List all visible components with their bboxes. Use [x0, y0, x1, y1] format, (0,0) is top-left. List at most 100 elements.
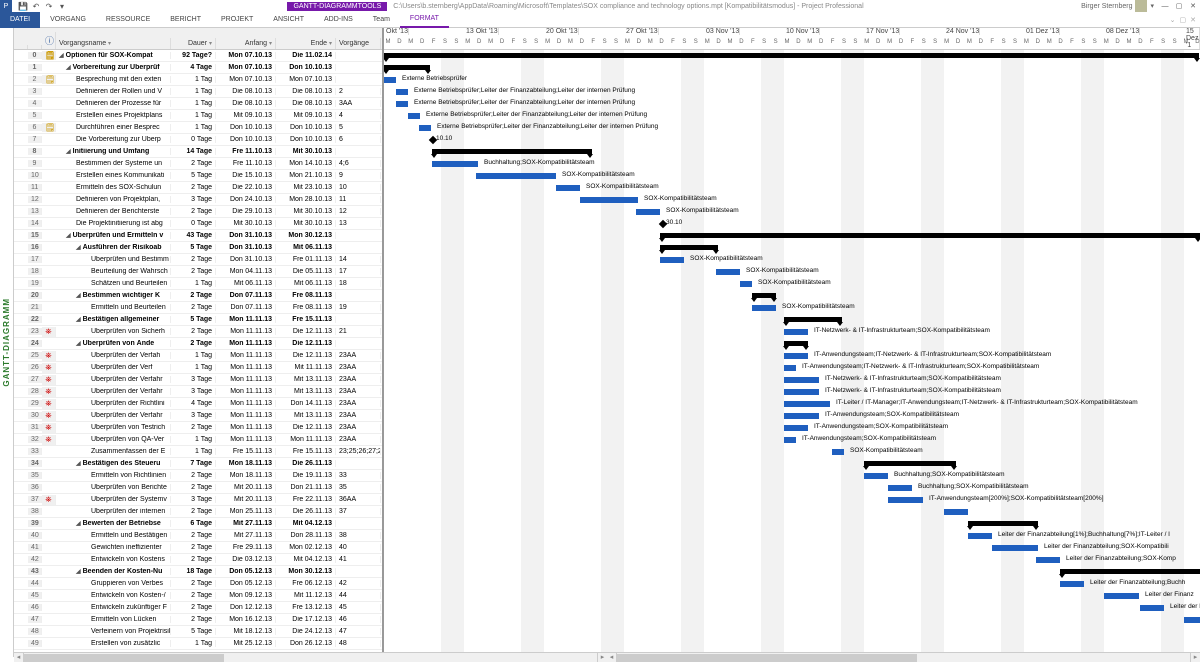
gantt-row[interactable]: Leiter der Finanzabteilung[1%];Buchhaltu… — [384, 530, 1200, 542]
collapse-icon[interactable]: ◢ — [76, 461, 81, 467]
table-row[interactable]: 4Definieren der Prozesse für1 TagDie 08.… — [14, 98, 382, 110]
gantt-row[interactable]: IT-Netzwerk- & IT-Infrastrukturteam;SOX-… — [384, 326, 1200, 338]
gantt-row[interactable]: Buchhaltung;SOX-Kompatibilitätsteam — [384, 482, 1200, 494]
task-bar[interactable] — [784, 413, 819, 419]
table-row[interactable]: 32⛯Überprüfen von QA-Ver1 TagMon 11.11.1… — [14, 434, 382, 446]
collapse-icon[interactable]: ◢ — [66, 149, 71, 155]
gantt-row[interactable]: SOX-Kompatibilitätsteam — [384, 206, 1200, 218]
table-row[interactable]: 9Bestimmen der Systeme un2 TageFre 11.10… — [14, 158, 382, 170]
table-row[interactable]: 49Erstellen von zusätzlic1 TagMit 25.12.… — [14, 638, 382, 650]
scroll-thumb[interactable] — [24, 654, 224, 662]
table-row[interactable]: 5Erstellen eines Projektplans1 TagMit 09… — [14, 110, 382, 122]
task-bar[interactable] — [784, 437, 796, 443]
task-bar[interactable] — [784, 401, 830, 407]
task-bar[interactable] — [784, 365, 796, 371]
task-bar[interactable] — [716, 269, 740, 275]
table-row[interactable]: 38Überprüfen der internen2 TageMon 25.11… — [14, 506, 382, 518]
summary-bar[interactable] — [864, 461, 956, 466]
col-id[interactable] — [28, 45, 42, 49]
user-dropdown-icon[interactable]: ▾ — [1150, 2, 1154, 10]
table-row[interactable]: 47Ermitteln von Lücken2 TageMon 16.12.13… — [14, 614, 382, 626]
gantt-row[interactable]: Externe Betriebsprüfer;Leiter der Finanz… — [384, 98, 1200, 110]
view-tab-vertical[interactable]: GANTT-DIAGRAMM — [0, 28, 14, 657]
summary-bar[interactable] — [752, 293, 776, 298]
save-icon[interactable]: 💾 — [18, 1, 28, 11]
gantt-row[interactable]: SOX-Kompatibilitätsteam — [384, 302, 1200, 314]
task-bar[interactable] — [556, 185, 580, 191]
app-icon[interactable]: P — [0, 0, 12, 12]
tab-ansicht[interactable]: ANSICHT — [263, 12, 314, 28]
table-row[interactable]: 18Beurteilung der Wahrsch2 TageMon 04.11… — [14, 266, 382, 278]
gantt-row[interactable]: Leiter der Finanzabteilung;Buchh — [384, 578, 1200, 590]
gantt-chart[interactable]: Okt '1313 Okt '1320 Okt '1327 Okt '1303 … — [384, 28, 1200, 657]
task-bar[interactable] — [432, 161, 478, 167]
tab-ressource[interactable]: RESSOURCE — [96, 12, 160, 28]
gantt-row[interactable]: SOX-Kompatibilitätsteam — [384, 446, 1200, 458]
gantt-row[interactable] — [384, 614, 1200, 626]
task-bar[interactable] — [832, 449, 844, 455]
tab-team[interactable]: Team — [363, 12, 400, 28]
scroll-left-icon[interactable]: ◂ — [14, 653, 24, 662]
redo-icon[interactable]: ↷ — [44, 1, 54, 11]
table-row[interactable]: 12Definieren von Projektplan,3 TageDon 2… — [14, 194, 382, 206]
collapse-icon[interactable]: ◢ — [76, 341, 81, 347]
table-row[interactable]: 8◢Initiierung und Umfang14 TageFre 11.10… — [14, 146, 382, 158]
gantt-row[interactable]: Leiter der Finanzabteilung;SOX-Kompatibi… — [384, 542, 1200, 554]
tab-format[interactable]: FORMAT — [400, 12, 449, 28]
gantt-row[interactable] — [384, 518, 1200, 530]
col-select[interactable] — [14, 45, 28, 49]
scroll-right-icon[interactable]: ▸ — [597, 653, 607, 662]
task-bar[interactable] — [408, 113, 420, 119]
task-bar[interactable] — [384, 77, 396, 83]
collapse-icon[interactable]: ◢ — [66, 233, 71, 239]
gantt-row[interactable] — [384, 50, 1200, 62]
gantt-row[interactable] — [384, 506, 1200, 518]
gantt-body[interactable]: Externe BetriebsprüferExterne Betriebspr… — [384, 50, 1200, 657]
qat-more-icon[interactable]: ▾ — [57, 1, 67, 11]
task-bar[interactable] — [968, 533, 992, 539]
col-pred[interactable]: Vorgänge — [336, 38, 381, 49]
table-row[interactable]: 24◢Überprüfen von Ände2 TageMon 11.11.13… — [14, 338, 382, 350]
task-bar[interactable] — [1104, 593, 1139, 599]
gantt-row[interactable]: IT-Anwendungsteam;SOX-Kompatibilitätstea… — [384, 410, 1200, 422]
gantt-row[interactable]: SOX-Kompatibilitätsteam — [384, 254, 1200, 266]
table-row[interactable]: 19Schätzen und Beurteilen1 TagMit 06.11.… — [14, 278, 382, 290]
col-info[interactable]: ⓘ — [42, 32, 56, 49]
table-row[interactable]: 43◢Beenden der Kosten-Nu18 TageDon 05.12… — [14, 566, 382, 578]
minimize-icon[interactable]: — — [1158, 0, 1172, 12]
task-bar[interactable] — [660, 257, 684, 263]
gantt-row[interactable]: IT-Leiter / IT-Manager;IT-Anwendungsteam… — [384, 398, 1200, 410]
table-row[interactable]: 2🗒Besprechung mit den exten1 TagMon 07.1… — [14, 74, 382, 86]
table-row[interactable]: 39◢Bewerten der Betriebse6 TageMit 27.11… — [14, 518, 382, 530]
col-duration[interactable]: Dauer ▾ — [171, 38, 216, 49]
gantt-row[interactable]: Externe Betriebsprüfer;Leiter der Finanz… — [384, 86, 1200, 98]
table-row[interactable]: 28⛯Überprüfen der Verfahr3 TageMon 11.11… — [14, 386, 382, 398]
table-row[interactable]: 21Ermitteln und Beurteilen2 TageDon 07.1… — [14, 302, 382, 314]
collapse-icon[interactable]: ◢ — [76, 245, 81, 251]
task-bar[interactable] — [419, 125, 431, 131]
task-bar[interactable] — [944, 509, 968, 515]
gantt-row[interactable]: IT-Anwendungsteam;SOX-Kompatibilitätstea… — [384, 434, 1200, 446]
table-row[interactable]: 25⛯Überprüfen der Verfah1 TagMon 11.11.1… — [14, 350, 382, 362]
gantt-row[interactable] — [384, 146, 1200, 158]
gantt-row[interactable] — [384, 242, 1200, 254]
gantt-row[interactable] — [384, 626, 1200, 638]
summary-bar[interactable] — [1060, 569, 1200, 574]
summary-bar[interactable] — [432, 149, 592, 154]
task-bar[interactable] — [888, 485, 912, 491]
task-bar[interactable] — [784, 389, 819, 395]
col-end[interactable]: Ende ▾ — [276, 38, 336, 49]
task-bar[interactable] — [740, 281, 752, 287]
gantt-row[interactable]: SOX-Kompatibilitätsteam — [384, 278, 1200, 290]
tab-bericht[interactable]: BERICHT — [160, 12, 211, 28]
table-row[interactable]: 44Gruppieren von Verbes2 TageDon 05.12.1… — [14, 578, 382, 590]
summary-bar[interactable] — [660, 245, 718, 250]
task-bar[interactable] — [784, 377, 819, 383]
table-row[interactable]: 0🗒◢Optionen für SOX-Kompat92 Tage?Mon 07… — [14, 50, 382, 62]
gantt-row[interactable]: Leiter der Finan — [384, 602, 1200, 614]
table-row[interactable]: 13Definieren der Berichterste2 TageDie 2… — [14, 206, 382, 218]
table-row[interactable]: 14Die Projektinitiierung ist abg0 TageMi… — [14, 218, 382, 230]
close-icon[interactable]: ✕ — [1186, 0, 1200, 12]
task-bar[interactable] — [752, 305, 776, 311]
horizontal-scrollbar[interactable]: ◂ ▸ ◂ ▸ — [14, 652, 1200, 662]
